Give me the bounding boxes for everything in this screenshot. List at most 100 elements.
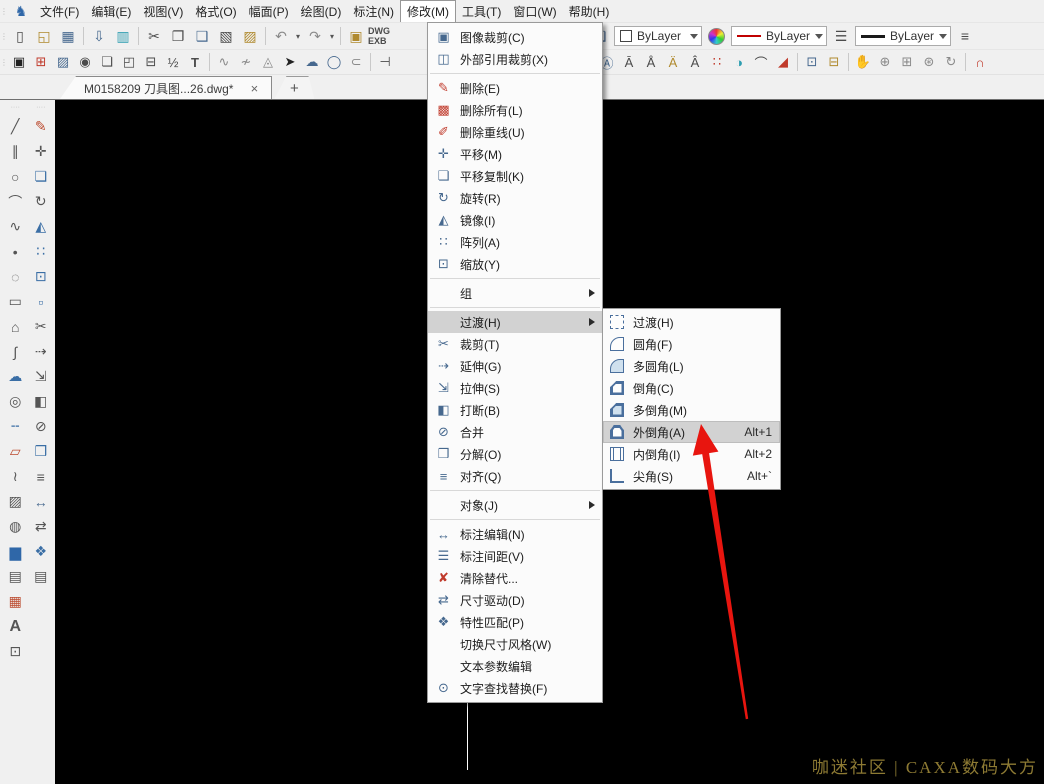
pan-hand-icon[interactable]: ✋ bbox=[852, 51, 874, 73]
menu-sheet[interactable]: 幅面(P) bbox=[243, 0, 295, 22]
menu-window[interactable]: 窗口(W) bbox=[507, 0, 562, 22]
dwg-exb-convert-icon[interactable]: DWG EXB bbox=[368, 25, 392, 47]
curve-fit-icon[interactable]: ≀ bbox=[4, 464, 27, 489]
color-wheel-icon[interactable] bbox=[708, 28, 725, 45]
menu-item-align[interactable]: ≡ 对齐(Q) bbox=[428, 465, 602, 487]
submenu-item-transition[interactable]: 过渡(H) bbox=[603, 311, 780, 333]
move-tool-icon[interactable]: ✛ bbox=[29, 139, 52, 164]
mirror-axis-icon[interactable]: ◬ bbox=[257, 51, 279, 73]
polygon-tool-icon[interactable]: ⌂ bbox=[4, 314, 27, 339]
redo-icon[interactable]: ↷ bbox=[303, 25, 327, 47]
polyline-tool-icon[interactable]: ∫ bbox=[4, 339, 27, 364]
zoom-all-icon[interactable]: ⊛ bbox=[918, 51, 940, 73]
zoom-previous-icon[interactable]: ↻ bbox=[940, 51, 962, 73]
text-edit-icon[interactable]: Ä bbox=[662, 51, 684, 73]
new-sheet-icon[interactable]: ▤ bbox=[4, 564, 27, 589]
join-tool-icon[interactable]: ⊘ bbox=[29, 414, 52, 439]
dim-drive-tool-icon[interactable]: ⇄ bbox=[29, 514, 52, 539]
menu-item-match-properties[interactable]: ❖ 特性匹配(P) bbox=[428, 611, 602, 633]
cloud-tool-icon[interactable]: ☁ bbox=[4, 364, 27, 389]
save-as-icon[interactable]: ⇩ bbox=[87, 25, 111, 47]
undo-dropdown-icon[interactable]: ▾ bbox=[293, 25, 303, 47]
menu-item-mirror[interactable]: ◭ 镜像(I) bbox=[428, 209, 602, 231]
menu-item-trim[interactable]: ✂ 裁剪(T) bbox=[428, 333, 602, 355]
select-box-tool-icon[interactable]: ▫ bbox=[29, 289, 52, 314]
menu-item-scale[interactable]: ⊡ 缩放(Y) bbox=[428, 253, 602, 275]
copy-with-basepoint-icon[interactable]: ❑ bbox=[190, 25, 214, 47]
menu-file[interactable]: 文件(F) bbox=[34, 0, 85, 22]
fraction-style-icon[interactable]: ½ bbox=[162, 51, 184, 73]
text-width-icon[interactable]: Ā bbox=[618, 51, 640, 73]
linear-dimension-icon[interactable]: ⊣ bbox=[374, 51, 396, 73]
break-line-icon[interactable]: ≁ bbox=[235, 51, 257, 73]
slope-mark-icon[interactable]: ◢ bbox=[772, 51, 794, 73]
menu-item-xref-crop[interactable]: ◫ 外部引用裁剪(X) bbox=[428, 48, 602, 70]
close-icon[interactable]: × bbox=[247, 81, 261, 96]
menu-item-join[interactable]: ⊘ 合并 bbox=[428, 421, 602, 443]
paste-special-icon[interactable]: ▨ bbox=[238, 25, 262, 47]
circle-tool-icon[interactable]: ○ bbox=[4, 164, 27, 189]
gradient-fill-icon[interactable]: ▆ bbox=[4, 539, 27, 564]
menu-item-dim-edit[interactable]: ↔ 标注编辑(N) bbox=[428, 523, 602, 545]
stamp-tool-icon[interactable]: ▤ bbox=[29, 564, 52, 589]
plot-seal-icon[interactable]: ▣ bbox=[344, 25, 368, 47]
hatch-tool-icon[interactable]: ▨ bbox=[4, 489, 27, 514]
align-tool-icon[interactable]: ≡ bbox=[29, 464, 52, 489]
menu-item-erase-all[interactable]: ▩ 删除所有(L) bbox=[428, 99, 602, 121]
submenu-item-sharp-corner[interactable]: 尖角(S) Alt+` bbox=[603, 465, 780, 487]
menu-item-clear-override[interactable]: ✘ 清除替代... bbox=[428, 567, 602, 589]
cut-icon[interactable]: ✂ bbox=[142, 25, 166, 47]
datum-symbol-icon[interactable]: Â bbox=[684, 51, 706, 73]
menu-item-image-crop[interactable]: ▣ 图像裁剪(C) bbox=[428, 26, 602, 48]
save-icon[interactable]: ▦ bbox=[56, 25, 80, 47]
lineweight-settings-icon[interactable]: ≡ bbox=[953, 25, 977, 47]
line-tool-icon[interactable]: ╱ bbox=[4, 114, 27, 139]
zoom-window-icon[interactable]: ⊞ bbox=[896, 51, 918, 73]
menu-draw[interactable]: 绘图(D) bbox=[295, 0, 348, 22]
menu-item-object[interactable]: 对象(J) bbox=[428, 494, 602, 516]
circle-3p-tool-icon[interactable]: ◎ bbox=[4, 389, 27, 414]
copy-icon[interactable]: ❐ bbox=[166, 25, 190, 47]
stretch-tool-icon[interactable]: ⇲ bbox=[29, 364, 52, 389]
array-tool-icon[interactable]: ∷ bbox=[29, 239, 52, 264]
dim-edit-tool-icon[interactable]: ↔ bbox=[29, 489, 52, 514]
zoom-frame-icon[interactable]: ❏ bbox=[96, 51, 118, 73]
rotate-tool-icon[interactable]: ↻ bbox=[29, 189, 52, 214]
print-icon[interactable]: ▥ bbox=[111, 25, 135, 47]
menu-edit[interactable]: 编辑(E) bbox=[85, 0, 137, 22]
move-copy-tool-icon[interactable]: ❏ bbox=[29, 164, 52, 189]
break-tool-icon[interactable]: ◧ bbox=[29, 389, 52, 414]
toolbar-grip[interactable]: ⋮ bbox=[0, 32, 8, 41]
submenu-item-multi-chamfer[interactable]: 多倒角(M) bbox=[603, 399, 780, 421]
select-frame-icon[interactable]: ▣ bbox=[8, 51, 30, 73]
match-properties-tool-icon[interactable]: ❖ bbox=[29, 539, 52, 564]
lens-icon[interactable]: ◯ bbox=[323, 51, 345, 73]
table-insert-icon[interactable]: ▦ bbox=[4, 589, 27, 614]
menu-item-move-copy[interactable]: ❏ 平移复制(K) bbox=[428, 165, 602, 187]
document-tab[interactable]: M0158209 刀具图...26.dwg* × bbox=[60, 76, 272, 99]
menu-item-break[interactable]: ◧ 打断(B) bbox=[428, 399, 602, 421]
menu-modify[interactable]: 修改(M) bbox=[400, 0, 456, 22]
menu-item-array[interactable]: ∷ 阵列(A) bbox=[428, 231, 602, 253]
menu-item-find-replace-text[interactable]: ⊙ 文字查找替换(F) bbox=[428, 677, 602, 699]
parallel-line-icon[interactable]: ∥ bbox=[4, 139, 27, 164]
color-select[interactable]: ByLayer bbox=[614, 26, 702, 46]
erase-tool-icon[interactable]: ✎ bbox=[29, 114, 52, 139]
pointer-icon[interactable]: ➤ bbox=[279, 51, 301, 73]
toolbar-grip[interactable]: ···· bbox=[11, 104, 20, 114]
region-tool-icon[interactable]: ◍ bbox=[4, 514, 27, 539]
menu-item-transition[interactable]: 过渡(H) bbox=[428, 311, 602, 333]
contour-tool-icon[interactable]: ▱ bbox=[4, 439, 27, 464]
submenu-item-fillet[interactable]: 圆角(F) bbox=[603, 333, 780, 355]
open-file-icon[interactable]: ◱ bbox=[32, 25, 56, 47]
menu-item-text-param-edit[interactable]: 文本参数编辑 bbox=[428, 655, 602, 677]
menu-item-rotate[interactable]: ↻ 旋转(R) bbox=[428, 187, 602, 209]
revision-cloud-icon[interactable]: ☁ bbox=[301, 51, 323, 73]
menu-item-explode[interactable]: ❒ 分解(O) bbox=[428, 443, 602, 465]
text-move-icon[interactable]: Å bbox=[640, 51, 662, 73]
spline-tool-icon[interactable]: ∿ bbox=[4, 214, 27, 239]
section-icon[interactable]: ⊂ bbox=[345, 51, 367, 73]
extend-tool-icon[interactable]: ⇢ bbox=[29, 339, 52, 364]
viewport-icon[interactable]: ◰ bbox=[118, 51, 140, 73]
menu-item-erase-duplicates[interactable]: ✐ 删除重线(U) bbox=[428, 121, 602, 143]
